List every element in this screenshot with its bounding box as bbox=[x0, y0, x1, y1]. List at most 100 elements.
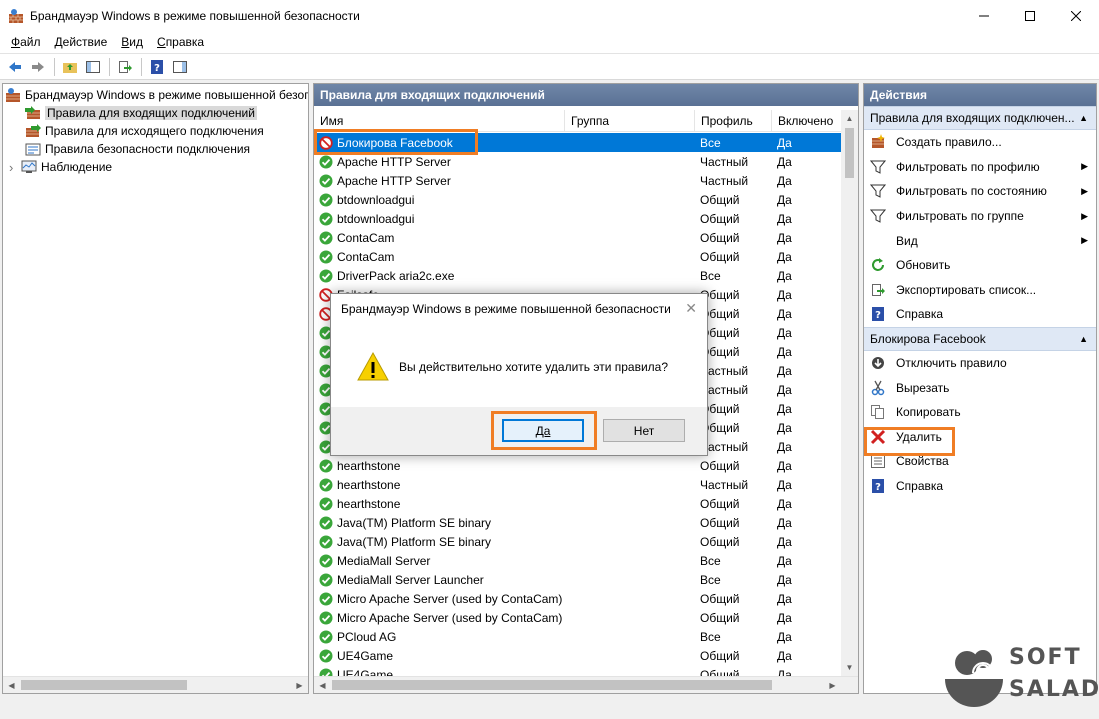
collapse-arrow-icon[interactable]: ▲ bbox=[1079, 113, 1088, 123]
blank-icon bbox=[870, 233, 886, 249]
tree-item-outbound-rules[interactable]: Правила для исходящего подключения bbox=[25, 122, 264, 140]
submenu-arrow-icon: ▶ bbox=[1081, 161, 1088, 172]
rule-row[interactable]: MediaMall Server Launcher Все Да bbox=[314, 570, 842, 589]
show-hide-tree-button[interactable] bbox=[82, 56, 104, 78]
action-item[interactable]: Экспортировать список... bbox=[864, 278, 1096, 303]
scroll-up-icon[interactable]: ▲ bbox=[841, 110, 858, 127]
action-item[interactable]: Отключить правило bbox=[864, 351, 1096, 376]
rule-row[interactable]: MediaMall Server Все Да bbox=[314, 551, 842, 570]
rule-row[interactable]: hearthstone Частный Да bbox=[314, 475, 842, 494]
section-title: Блокирова Facebook bbox=[870, 331, 986, 346]
maximize-icon bbox=[1025, 10, 1035, 21]
rule-row[interactable]: DriverPack aria2c.exe Все Да bbox=[314, 266, 842, 285]
rule-enabled-cell: Да bbox=[777, 648, 792, 663]
rule-row[interactable]: hearthstone Общий Да bbox=[314, 456, 842, 475]
column-header-enabled[interactable]: Включено bbox=[772, 110, 842, 132]
rules-vertical-scrollbar[interactable]: ▲ ▼ bbox=[841, 110, 858, 676]
action-pane-toggle-button[interactable] bbox=[169, 56, 191, 78]
actions-section-rule[interactable]: Блокирова Facebook ▲ bbox=[864, 326, 1096, 351]
allow-rule-icon bbox=[319, 649, 333, 662]
rule-row[interactable]: btdownloadgui Общий Да bbox=[314, 190, 842, 209]
rule-profile-cell: Общий bbox=[700, 458, 740, 473]
rule-row[interactable]: Micro Apache Server (used by ContaCam) Об… bbox=[314, 589, 842, 608]
rule-row[interactable]: Apache HTTP Server Частный Да bbox=[314, 171, 842, 190]
forward-button[interactable] bbox=[27, 56, 49, 78]
rules-horizontal-scrollbar[interactable]: ◀ ▶ bbox=[314, 676, 858, 693]
rule-row[interactable]: btdownloadgui Общий Да bbox=[314, 209, 842, 228]
scroll-left-icon[interactable]: ◀ bbox=[314, 677, 331, 693]
disable-icon bbox=[872, 357, 884, 370]
actions-section-inbound[interactable]: Правила для входящих подключен... ▲ bbox=[864, 106, 1096, 130]
rules-pane-header: Правила для входящих подключений bbox=[314, 84, 858, 106]
close-button[interactable] bbox=[1053, 0, 1099, 31]
rule-row[interactable]: UE4Game Общий Да bbox=[314, 646, 842, 665]
action-item[interactable]: Удалить bbox=[864, 425, 1096, 450]
rule-row[interactable]: Apache HTTP Server Частный Да bbox=[314, 152, 842, 171]
action-item[interactable]: Фильтровать по группе ▶ bbox=[864, 204, 1096, 229]
menu-help[interactable]: Справка bbox=[150, 35, 211, 49]
scroll-thumb[interactable] bbox=[332, 680, 772, 690]
action-item[interactable]: ? Справка bbox=[864, 302, 1096, 327]
rule-name: Micro Apache Server (used by ContaCam) bbox=[337, 610, 563, 625]
scroll-right-icon[interactable]: ▶ bbox=[824, 677, 841, 693]
maximize-button[interactable] bbox=[1007, 0, 1053, 31]
delete-icon bbox=[870, 429, 886, 444]
scroll-thumb[interactable] bbox=[21, 680, 187, 690]
rule-row[interactable]: Micro Apache Server (used by ContaCam) Об… bbox=[314, 608, 842, 627]
rule-row[interactable]: ContaCam Общий Да bbox=[314, 228, 842, 247]
column-header-profile[interactable]: Профиль bbox=[695, 110, 772, 132]
rule-row[interactable]: Блокирова Facebook Все Да bbox=[314, 133, 842, 152]
scroll-right-icon[interactable]: ▶ bbox=[291, 677, 308, 693]
tree-item-connection-security[interactable]: Правила безопасности подключения bbox=[25, 140, 250, 158]
window-title: Брандмауэр Windows в режиме повышенной б… bbox=[30, 8, 360, 23]
up-folder-button[interactable] bbox=[59, 56, 81, 78]
rule-row[interactable]: PCloud AG Все Да bbox=[314, 627, 842, 646]
scroll-down-icon[interactable]: ▼ bbox=[841, 659, 858, 676]
action-item[interactable]: Вид ▶ bbox=[864, 228, 1096, 253]
menu-view[interactable]: Вид bbox=[114, 35, 150, 49]
rule-row[interactable]: Java(TM) Platform SE binary Общий Да bbox=[314, 532, 842, 551]
rule-row[interactable]: ContaCam Общий Да bbox=[314, 247, 842, 266]
action-item[interactable]: Вырезать bbox=[864, 375, 1096, 400]
column-header-name[interactable]: Имя bbox=[314, 110, 565, 132]
action-label: Вид bbox=[896, 233, 918, 248]
rule-row[interactable]: hearthstone Общий Да bbox=[314, 494, 842, 513]
collapse-arrow-icon[interactable]: ▲ bbox=[1079, 334, 1088, 344]
rule-enabled-cell: Да bbox=[777, 591, 792, 606]
tree-item-monitoring[interactable]: › Наблюдение bbox=[9, 158, 112, 176]
no-button[interactable]: Нет bbox=[603, 419, 685, 442]
back-button[interactable] bbox=[4, 56, 26, 78]
rule-profile-cell: Общий bbox=[700, 610, 740, 625]
rule-enabled-cell: Да bbox=[777, 287, 792, 302]
export-button[interactable] bbox=[114, 56, 136, 78]
action-item[interactable]: Копировать bbox=[864, 400, 1096, 425]
yes-button[interactable]: Да bbox=[502, 419, 584, 442]
scroll-thumb[interactable] bbox=[845, 128, 854, 178]
scroll-left-icon[interactable]: ◀ bbox=[3, 677, 20, 693]
tree-root[interactable]: Брандмауэр Windows в режиме повышенной б… bbox=[5, 86, 308, 104]
column-header-group[interactable]: Группа bbox=[565, 110, 695, 132]
section-title: Правила для входящих подключен... bbox=[870, 111, 1075, 125]
allow-rule-icon bbox=[319, 554, 333, 567]
expand-chevron-icon[interactable]: › bbox=[9, 160, 21, 175]
menu-file[interactable]: Файл bbox=[4, 35, 48, 49]
rule-row[interactable]: Java(TM) Platform SE binary Общий Да bbox=[314, 513, 842, 532]
menu-action[interactable]: Действие bbox=[48, 35, 115, 49]
minimize-button[interactable] bbox=[961, 0, 1007, 31]
action-item[interactable]: Обновить bbox=[864, 253, 1096, 278]
action-item[interactable]: Свойства bbox=[864, 449, 1096, 474]
rule-profile-cell: Общий bbox=[700, 230, 740, 245]
rule-name: Java(TM) Platform SE binary bbox=[337, 534, 492, 549]
action-item[interactable]: ? Справка bbox=[864, 474, 1096, 499]
dialog-close-icon[interactable]: ✕ bbox=[685, 300, 697, 317]
refresh-icon bbox=[872, 258, 884, 272]
action-item[interactable]: Фильтровать по профилю ▶ bbox=[864, 155, 1096, 180]
allow-rule-icon bbox=[319, 212, 333, 225]
tree-item-inbound-rules[interactable]: Правила для входящих подключений bbox=[25, 104, 257, 122]
action-item[interactable]: Создать правило... bbox=[864, 130, 1096, 155]
tree-horizontal-scrollbar[interactable]: ◀ ▶ bbox=[3, 676, 308, 693]
help-toolbar-button[interactable]: ? bbox=[146, 56, 168, 78]
submenu-arrow-icon: ▶ bbox=[1081, 185, 1088, 196]
rule-profile-cell: Частный bbox=[700, 477, 749, 492]
action-item[interactable]: Фильтровать по состоянию ▶ bbox=[864, 179, 1096, 204]
